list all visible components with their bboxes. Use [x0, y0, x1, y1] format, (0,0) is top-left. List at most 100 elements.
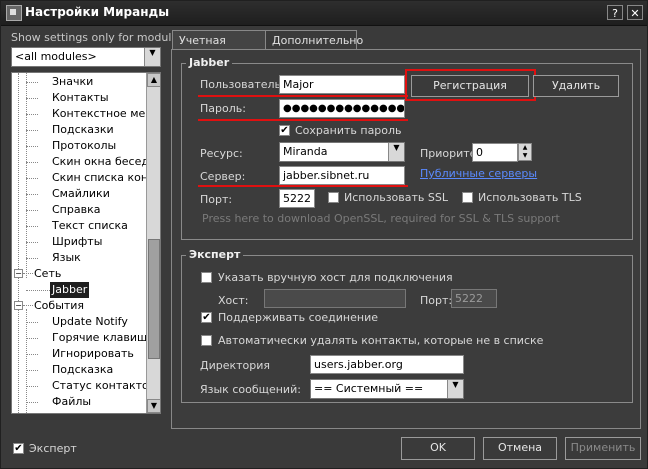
delete-button[interactable]: Удалить [533, 75, 619, 97]
scroll-up-icon[interactable]: ▲ [147, 73, 160, 87]
expert-checkbox[interactable]: ✔ [13, 443, 24, 454]
window-title: Настройки Миранды [25, 5, 170, 19]
module-filter-label: Show settings only for module: [11, 31, 182, 44]
msg-lang-select[interactable]: == Системный == ▼ [310, 379, 464, 399]
tree-item[interactable]: Скин окна беседы [52, 154, 158, 170]
openssl-hint[interactable]: Press here to download OpenSSL, required… [202, 212, 560, 225]
directory-label: Директория [200, 359, 271, 372]
tree-branch [26, 290, 50, 291]
use-tls-label: Использовать TLS [478, 191, 582, 204]
cancel-button[interactable]: Отмена [483, 437, 557, 460]
tree-branch [23, 273, 33, 274]
tab-account[interactable]: Учетная запись [172, 30, 266, 67]
expert-label: Эксперт [29, 442, 77, 455]
tree-item[interactable]: Язык [52, 250, 81, 266]
collapse-toggle-icon[interactable]: − [14, 301, 23, 310]
tree-branch [26, 98, 38, 99]
chevron-down-icon[interactable]: ▼ [388, 143, 404, 161]
help-button[interactable]: ? [607, 5, 623, 20]
tree-branch [26, 402, 38, 403]
close-button[interactable]: ✕ [627, 5, 643, 20]
tree-branch [26, 386, 38, 387]
tree-scrollbar[interactable]: ▲ ▼ [146, 73, 160, 413]
expert-group-title: Эксперт [186, 248, 244, 261]
priority-spinner-icon[interactable]: ▲ ▼ [518, 143, 532, 161]
directory-input[interactable]: users.jabber.org [310, 355, 464, 374]
auto-delete-checkbox[interactable] [201, 335, 212, 346]
tree-item[interactable]: Скин списка контактов [52, 170, 160, 186]
collapse-toggle-icon[interactable]: − [14, 269, 23, 278]
keepalive-checkbox[interactable]: ✔ [201, 312, 212, 323]
tree-branch [26, 146, 38, 147]
tree-branch [26, 82, 38, 83]
tree-item[interactable]: Справка [52, 202, 100, 218]
priority-input[interactable]: 0 [472, 143, 518, 162]
host-label: Хост: [218, 294, 249, 307]
tree-item-network[interactable]: Сеть [34, 266, 61, 282]
tree-branch [26, 162, 38, 163]
tree-item[interactable]: Игнорировать [52, 346, 134, 362]
tree-branch [26, 210, 38, 211]
tree-item[interactable]: Протоколы [52, 138, 116, 154]
port-input[interactable]: 5222 [279, 189, 315, 208]
tree-item[interactable]: Контекстное меню [52, 106, 160, 122]
highlight-underline [198, 95, 408, 97]
manual-host-label: Указать вручную хост для подключения [218, 271, 453, 284]
tree-item[interactable]: Файлы [52, 394, 91, 410]
tree-item-jabber[interactable]: Jabber [50, 282, 90, 298]
ok-button[interactable]: OK [401, 437, 475, 460]
save-password-checkbox[interactable]: ✔ [279, 125, 290, 136]
host-input[interactable] [264, 289, 406, 308]
tree-item[interactable]: Подсказки [52, 122, 114, 138]
tree-branch [26, 178, 38, 179]
tree-item[interactable]: Текст списка [52, 218, 128, 234]
msg-lang-label: Язык сообщений: [200, 383, 301, 396]
server-input[interactable]: jabber.sibnet.ru [279, 166, 405, 185]
tree-item[interactable]: Горячие клавиши [52, 330, 154, 346]
tree-item[interactable]: Подсказка [52, 362, 113, 378]
tree-item[interactable]: Контакты [52, 90, 109, 106]
auto-delete-label: Автоматически удалять контакты, которые … [218, 334, 544, 347]
tab-panel: Jabber Пользователь: Major Регистрация У… [171, 49, 641, 429]
tree-item[interactable]: Update Notify [52, 314, 128, 330]
tree-guide-root [18, 73, 19, 413]
tree-branch [26, 226, 38, 227]
register-button[interactable]: Регистрация [411, 75, 529, 97]
chevron-down-icon[interactable]: ▼ [144, 48, 160, 66]
password-input[interactable]: ●●●●●●●●●●●●●●● [279, 99, 405, 118]
tree-item[interactable]: Смайлики [52, 186, 110, 202]
highlight-underline [198, 185, 408, 187]
public-servers-link[interactable]: Публичные серверы [420, 167, 537, 180]
apply-button[interactable]: Применить [565, 437, 641, 460]
user-input[interactable]: Major [279, 75, 405, 94]
resource-select[interactable]: Miranda ▼ [279, 142, 405, 162]
module-filter-select[interactable]: <all modules> ▼ [11, 47, 161, 67]
manual-host-checkbox[interactable] [201, 272, 212, 283]
server-label: Сервер: [200, 170, 246, 183]
tab-advanced[interactable]: Дополнительно [265, 30, 363, 50]
jabber-group-title: Jabber [186, 56, 233, 69]
scroll-down-icon[interactable]: ▼ [147, 399, 160, 413]
scroll-thumb[interactable] [148, 239, 160, 359]
tree-item[interactable]: Статус контактов [52, 378, 155, 394]
resource-label: Ресурс: [200, 147, 243, 160]
tree-item[interactable]: Значки [52, 74, 93, 90]
keepalive-label: Поддерживать соединение [218, 311, 378, 324]
password-label: Пароль: [200, 102, 246, 115]
tree-item-events[interactable]: События [34, 298, 84, 314]
tree-guide [26, 309, 27, 413]
save-password-label: Сохранить пароль [295, 124, 402, 137]
tree-item[interactable]: Шрифты [52, 234, 102, 250]
use-tls-checkbox[interactable] [462, 192, 473, 203]
tree-branch [26, 194, 38, 195]
tree-branch [26, 114, 38, 115]
tree-branch [26, 354, 38, 355]
chevron-down-icon[interactable]: ▼ [447, 380, 463, 398]
use-ssl-checkbox[interactable] [328, 192, 339, 203]
use-ssl-label: Использовать SSL [344, 191, 448, 204]
tree-branch [26, 258, 38, 259]
tree-branch [26, 370, 38, 371]
options-tree[interactable]: Значки Контакты Контекстное меню Подсказ… [11, 72, 161, 414]
options-window: Настройки Миранды ? ✕ Show settings only… [0, 0, 648, 469]
expert-port-input[interactable]: 5222 [451, 289, 497, 308]
